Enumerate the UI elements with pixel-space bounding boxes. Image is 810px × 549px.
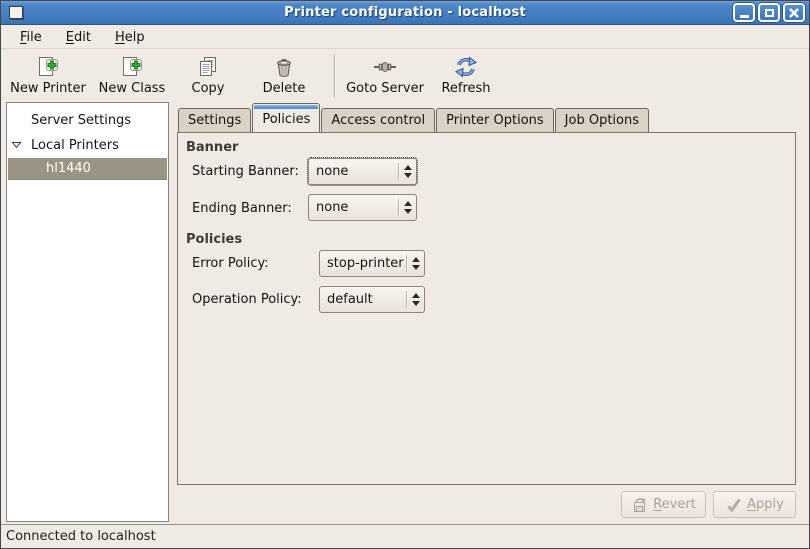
window-title: Printer configuration - localhost xyxy=(1,5,809,20)
statusbar: Connected to localhost xyxy=(1,524,809,548)
copy-icon xyxy=(196,55,220,79)
starting-banner-select[interactable]: none xyxy=(308,158,417,185)
new-printer-icon xyxy=(36,55,60,79)
tab-bar: Settings Policies Access control Printer… xyxy=(178,104,650,132)
tab-label: Settings xyxy=(188,113,241,128)
tab-label: Policies xyxy=(262,112,310,127)
tab-label: Access control xyxy=(331,113,425,128)
apply-check-icon xyxy=(725,496,743,514)
operation-policy-select[interactable]: default xyxy=(319,286,425,313)
combo-value: none xyxy=(309,164,398,179)
refresh-icon xyxy=(454,55,478,79)
close-button[interactable] xyxy=(783,3,805,22)
copy-button[interactable]: Copy xyxy=(178,53,238,101)
refresh-button[interactable]: Refresh xyxy=(435,53,497,101)
tab-label: Printer Options xyxy=(446,113,544,128)
new-printer-button[interactable]: New Printer xyxy=(7,53,89,101)
ending-banner-label: Ending Banner: xyxy=(192,201,292,216)
sidebar-item-server-settings[interactable]: Server Settings xyxy=(8,109,167,131)
new-class-button[interactable]: New Class xyxy=(93,53,171,101)
combo-value: none xyxy=(309,200,398,215)
menu-file[interactable]: File xyxy=(11,28,51,47)
toolbar-label: New Printer xyxy=(10,81,86,96)
maximize-icon xyxy=(765,9,774,17)
combo-arrows-icon xyxy=(399,201,416,214)
error-policy-select[interactable]: stop-printer xyxy=(319,250,425,277)
section-title-policies: Policies xyxy=(186,232,242,247)
combo-value: stop-printer xyxy=(320,256,406,271)
status-text: Connected to localhost xyxy=(6,529,156,544)
trash-icon xyxy=(272,55,296,79)
ending-banner-select[interactable]: none xyxy=(308,194,417,221)
combo-arrows-icon xyxy=(407,293,424,306)
sidebar-item-local-printers[interactable]: Local Printers xyxy=(8,134,167,156)
tree-item-label: Local Printers xyxy=(31,138,119,153)
window-controls xyxy=(733,3,805,22)
combo-arrows-icon xyxy=(399,165,416,178)
window-menu-icon[interactable] xyxy=(9,6,23,19)
minimize-button[interactable] xyxy=(733,3,755,22)
starting-banner-label: Starting Banner: xyxy=(192,164,299,179)
tree-item-label: hl1440 xyxy=(46,161,91,176)
revert-icon xyxy=(631,496,649,514)
tree-item-label: Server Settings xyxy=(31,113,131,128)
minimize-icon xyxy=(740,15,749,18)
toolbar: New Printer New Class xyxy=(1,49,809,105)
goto-server-button[interactable]: Goto Server xyxy=(339,53,431,101)
tab-job-options[interactable]: Job Options xyxy=(555,108,649,132)
combo-arrows-icon xyxy=(407,257,424,270)
sidebar-item-hl1440[interactable]: hl1440 xyxy=(8,158,167,180)
tab-policies[interactable]: Policies xyxy=(252,103,320,132)
combo-value: default xyxy=(320,292,406,307)
apply-button[interactable]: Apply xyxy=(713,491,796,518)
maximize-button[interactable] xyxy=(758,3,780,22)
tab-access-control[interactable]: Access control xyxy=(321,108,435,132)
error-policy-label: Error Policy: xyxy=(192,256,269,271)
policies-page xyxy=(177,132,796,485)
operation-policy-label: Operation Policy: xyxy=(192,292,302,307)
tab-label: Job Options xyxy=(565,113,639,128)
printer-tree: Server Settings Local Printers hl1440 xyxy=(6,102,169,522)
toolbar-label: Copy xyxy=(192,81,225,96)
apply-label: Apply xyxy=(747,497,784,512)
revert-button[interactable]: Revert xyxy=(621,491,706,518)
delete-button[interactable]: Delete xyxy=(251,53,317,101)
toolbar-label: Goto Server xyxy=(346,81,424,96)
new-class-icon xyxy=(120,55,144,79)
app-window: Printer configuration - localhost File E… xyxy=(0,0,810,549)
menubar: File Edit Help xyxy=(1,26,809,49)
tab-printer-options[interactable]: Printer Options xyxy=(436,108,554,132)
close-icon xyxy=(788,7,800,19)
revert-label: Revert xyxy=(653,497,696,512)
menu-edit[interactable]: Edit xyxy=(57,28,100,47)
toolbar-label: Refresh xyxy=(441,81,490,96)
toolbar-label: Delete xyxy=(263,81,306,96)
titlebar[interactable]: Printer configuration - localhost xyxy=(1,1,809,25)
plug-icon xyxy=(373,55,397,79)
expander-open-icon[interactable] xyxy=(11,139,22,150)
menu-help[interactable]: Help xyxy=(106,28,154,47)
toolbar-separator xyxy=(334,54,335,98)
tab-settings[interactable]: Settings xyxy=(178,108,251,132)
toolbar-label: New Class xyxy=(99,81,166,96)
section-title-banner: Banner xyxy=(186,140,238,155)
